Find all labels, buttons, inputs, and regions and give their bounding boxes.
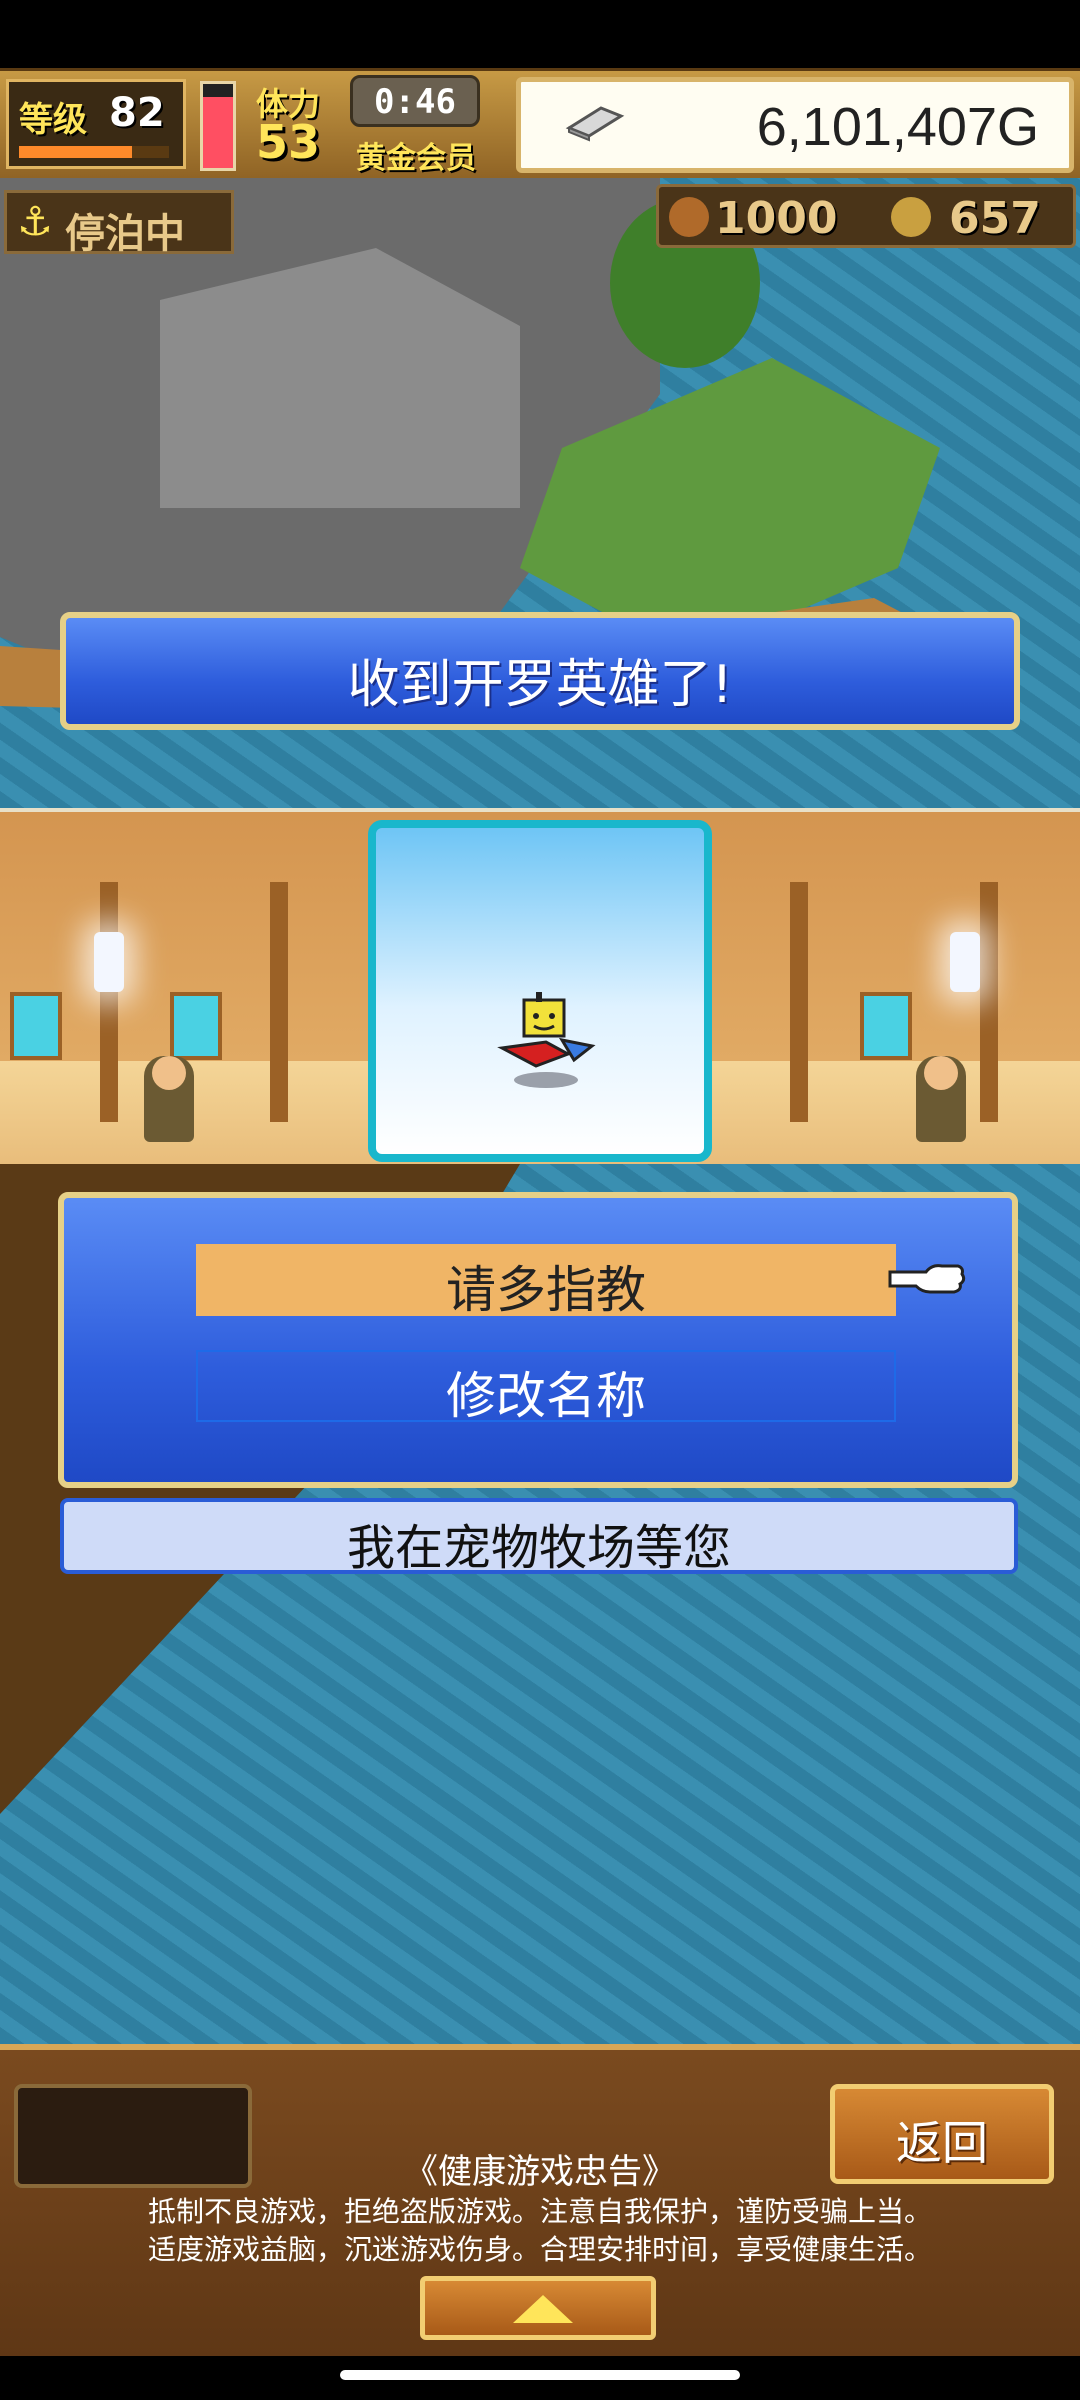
option-please-guide-button[interactable]: 请多指教 bbox=[196, 1244, 896, 1319]
anchor-icon: ⚓ bbox=[17, 199, 53, 245]
expand-menu-button[interactable] bbox=[420, 2276, 656, 2340]
option-rename-button[interactable]: 修改名称 bbox=[196, 1350, 896, 1425]
cabin-window bbox=[10, 992, 62, 1060]
message-banner: 收到开罗英雄了! bbox=[60, 612, 1020, 730]
stamina-value: 53 bbox=[256, 115, 321, 169]
option-please-guide-label: 请多指教 bbox=[446, 1261, 646, 1319]
food-icon bbox=[669, 197, 709, 237]
gold-panel: 6,101,407G bbox=[516, 77, 1074, 173]
gold-amount: 6,101,407G bbox=[756, 97, 1039, 157]
docked-status-text: 停泊中 bbox=[65, 211, 185, 257]
crew-sprite bbox=[916, 1056, 966, 1142]
resource-panel: 1000 657 bbox=[656, 184, 1076, 248]
health-advisory-line: 适度游戏益脑，沉迷游戏伤身。合理安排时间，享受健康生活。 bbox=[147, 2233, 932, 2266]
coin-icon bbox=[891, 197, 931, 237]
food-count: 1000 bbox=[715, 193, 838, 244]
health-advisory-line: 抵制不良游戏，拒绝盗版游戏。注意自我保护，谨防受骗上当。 bbox=[147, 2195, 932, 2228]
home-indicator[interactable] bbox=[340, 2370, 740, 2380]
level-progress-bar bbox=[19, 146, 169, 158]
wall-lamp bbox=[950, 932, 980, 992]
hero-caption: 我在宠物牧场等您 bbox=[60, 1498, 1018, 1576]
crew-sprite bbox=[144, 1056, 194, 1142]
cabin-pillar bbox=[100, 882, 118, 1122]
pointing-hand-icon bbox=[888, 1264, 966, 1294]
reward-card bbox=[368, 820, 712, 1162]
timer-box: 0:46 bbox=[350, 75, 480, 127]
option-rename-label: 修改名称 bbox=[446, 1367, 646, 1425]
cabin-window bbox=[170, 992, 222, 1060]
cabin-pillar bbox=[270, 882, 288, 1122]
wall-lamp bbox=[94, 932, 124, 992]
level-value: 82 bbox=[109, 90, 165, 136]
choice-dialog: 请多指教 修改名称 bbox=[58, 1192, 1018, 1488]
message-banner-text: 收到开罗英雄了! bbox=[347, 655, 733, 715]
level-progress-fill bbox=[19, 146, 132, 158]
vip-label: 黄金会员 bbox=[356, 141, 476, 176]
timer-text: 0:46 bbox=[374, 82, 456, 122]
level-label: 等级 bbox=[19, 100, 87, 140]
cabin-window bbox=[860, 992, 912, 1060]
coin-count: 657 bbox=[949, 193, 1041, 244]
bottom-panel: 返回 《健康游戏忠告》 抵制不良游戏，拒绝盗版游戏。注意自我保护，谨防受骗上当。… bbox=[0, 2044, 1080, 2356]
docked-status-badge: ⚓ 停泊中 bbox=[4, 190, 234, 257]
cabin-pillar bbox=[790, 882, 808, 1122]
status-bar: 等级 82 体力 53 0:46 黄金会员 6,101,407G bbox=[0, 68, 1080, 184]
up-arrow-icon bbox=[513, 2295, 573, 2323]
hero-caption-text: 我在宠物牧场等您 bbox=[346, 1520, 731, 1576]
level-panel: 等级 82 bbox=[6, 79, 186, 169]
silver-bar-icon bbox=[565, 106, 625, 142]
kairo-hero-sprite bbox=[497, 992, 596, 1088]
health-advisory-title: 《健康游戏忠告》 bbox=[404, 2152, 676, 2192]
stamina-gauge bbox=[200, 81, 236, 171]
stamina-fill bbox=[203, 96, 233, 168]
cabin-pillar bbox=[980, 882, 998, 1122]
